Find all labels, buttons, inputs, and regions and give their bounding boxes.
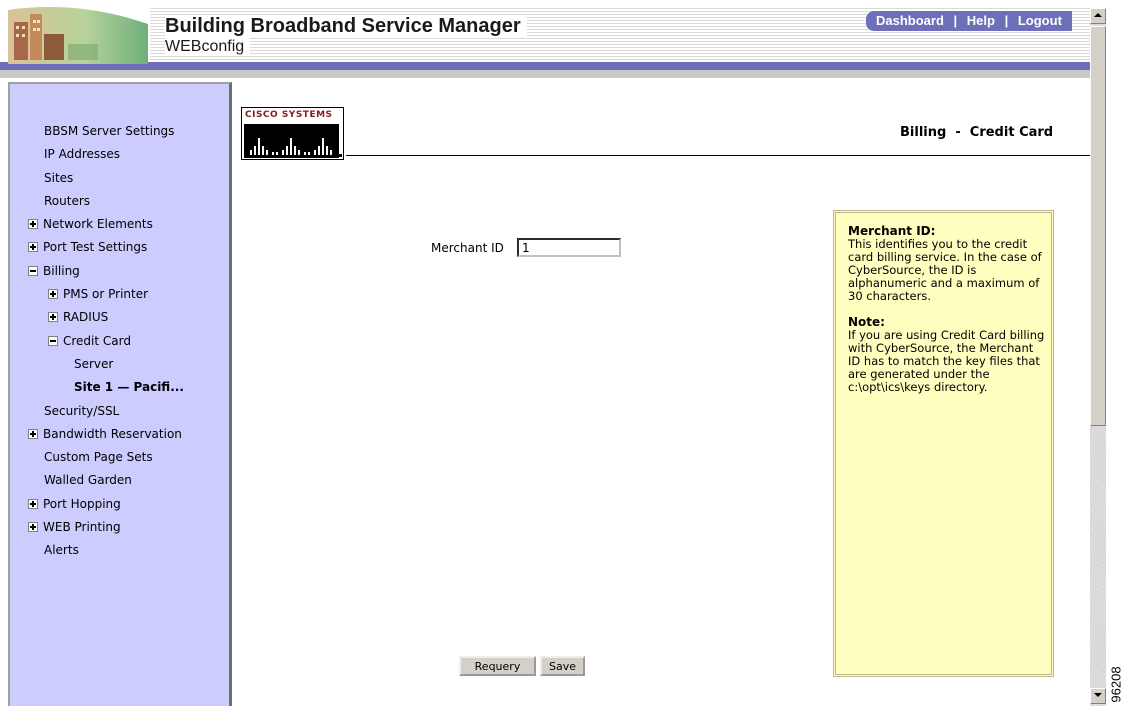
sidebar-item-security-ssl[interactable]: Security/SSL (10, 400, 230, 423)
help-text-note: If you are using Credit Card billing wit… (848, 328, 1045, 394)
save-button[interactable]: Save (540, 656, 585, 676)
sidebar-item-label: IP Addresses (44, 147, 121, 162)
sidebar-item-label: Routers (44, 193, 91, 208)
tree-expand-icon[interactable] (28, 219, 38, 230)
scroll-up-arrow-icon[interactable] (1090, 8, 1106, 24)
merchant-id-input[interactable] (517, 238, 621, 257)
sidebar-item-site-1-pacifi[interactable]: Site 1 — Pacifi... (10, 376, 230, 399)
sidebar-item-custom-page-sets[interactable]: Custom Page Sets (10, 446, 230, 469)
sidebar-item-web-printing[interactable]: WEB Printing (10, 516, 230, 539)
cisco-logo-dot (339, 154, 342, 157)
sidebar-item-label: Sites (44, 170, 74, 185)
help-text-merchant-id: This identifies you to the credit card b… (848, 237, 1042, 303)
app-subtitle: WEBconfig (165, 38, 251, 56)
top-links: Dashboard | Help | Logout (866, 11, 1072, 31)
tree-expand-icon[interactable] (28, 498, 38, 509)
merchant-id-label: Merchant ID (431, 241, 504, 255)
requery-button[interactable]: Requery (459, 656, 536, 676)
figure-id-text: 96208 (1108, 666, 1124, 703)
sidebar-item-label: Credit Card (63, 333, 131, 348)
sidebar-item-label: Walled Garden (44, 473, 132, 488)
sidebar-item-bbsm-server-settings[interactable]: BBSM Server Settings (10, 120, 230, 143)
tree-expand-icon[interactable] (28, 428, 38, 439)
sidebar-item-port-hopping[interactable]: Port Hopping (10, 493, 230, 516)
sidebar-item-label: WEB Printing (43, 520, 121, 535)
sidebar-item-sites[interactable]: Sites (10, 167, 230, 190)
sidebar-item-billing[interactable]: Billing (10, 260, 230, 283)
logout-link[interactable]: Logout (1018, 13, 1062, 28)
header-band (0, 62, 1090, 70)
vertical-scrollbar[interactable] (1090, 8, 1106, 706)
sidebar-item-label: Site 1 — Pacifi... (74, 380, 184, 395)
sidebar-item-label: Server (74, 356, 114, 371)
tree-collapse-icon[interactable] (28, 265, 38, 276)
cisco-bridge-logo: Cisco Systems (241, 107, 344, 160)
sidebar-item-port-test-settings[interactable]: Port Test Settings (10, 236, 230, 259)
sidebar-item-ip-addresses[interactable]: IP Addresses (10, 143, 230, 166)
sidebar-item-bandwidth-reservation[interactable]: Bandwidth Reservation (10, 423, 230, 446)
sidebar-item-label: RADIUS (63, 310, 109, 325)
help-link[interactable]: Help (967, 13, 995, 28)
dashboard-link[interactable]: Dashboard (876, 13, 944, 28)
sidebar-item-server[interactable]: Server (10, 353, 230, 376)
sidebar-nav: BBSM Server Settings IP Addresses Sites Rou… (10, 120, 230, 563)
building-logo-image (8, 4, 148, 64)
sidebar-item-label: Security/SSL (44, 403, 120, 418)
figure-id: 96208 (1108, 665, 1126, 705)
sidebar-item-label: Billing (43, 263, 80, 278)
tree-expand-icon[interactable] (28, 242, 38, 253)
sidebar-item-routers[interactable]: Routers (10, 190, 230, 213)
tree-collapse-icon[interactable] (48, 335, 58, 346)
sidebar-item-alerts[interactable]: Alerts (10, 539, 230, 562)
app-header: Building Broadband Service Manager WEBco… (0, 0, 1090, 78)
scroll-down-arrow-icon[interactable] (1090, 688, 1106, 704)
tree-expand-icon[interactable] (28, 522, 38, 533)
sidebar-item-pms-or-printer[interactable]: PMS or Printer (10, 283, 230, 306)
sidebar-item-label: BBSM Server Settings (44, 124, 175, 138)
sidebar-item-label: Custom Page Sets (44, 450, 153, 465)
help-panel: Merchant ID: This identifies you to the … (833, 210, 1054, 677)
tree-expand-icon[interactable] (48, 289, 58, 300)
page-title: Billing - Credit Card (900, 125, 1054, 140)
header-band-gray (0, 70, 1090, 78)
link-separator: | (1004, 13, 1009, 28)
sidebar-item-radius[interactable]: RADIUS (10, 306, 230, 329)
sidebar-item-label: Alerts (44, 543, 79, 558)
sidebar-item-label: Port Test Settings (43, 240, 148, 255)
sidebar-item-label: PMS or Printer (63, 287, 149, 302)
title-divider (346, 155, 1090, 156)
cisco-logo-bars (244, 124, 339, 158)
sidebar: BBSM Server Settings IP Addresses Sites Rou… (8, 82, 232, 706)
link-separator: | (953, 13, 958, 28)
sidebar-item-credit-card[interactable]: Credit Card (10, 330, 230, 353)
sidebar-item-label: Port Hopping (43, 496, 121, 511)
sidebar-item-network-elements[interactable]: Network Elements (10, 213, 230, 236)
scrollbar-thumb[interactable] (1090, 26, 1106, 426)
sidebar-item-walled-garden[interactable]: Walled Garden (10, 469, 230, 492)
app-title: Building Broadband Service Manager (165, 15, 527, 38)
sidebar-item-label: Network Elements (43, 217, 153, 232)
cisco-logo-text: Cisco Systems (245, 110, 333, 120)
tree-expand-icon[interactable] (48, 312, 58, 323)
sidebar-item-label: Bandwidth Reservation (43, 426, 182, 441)
